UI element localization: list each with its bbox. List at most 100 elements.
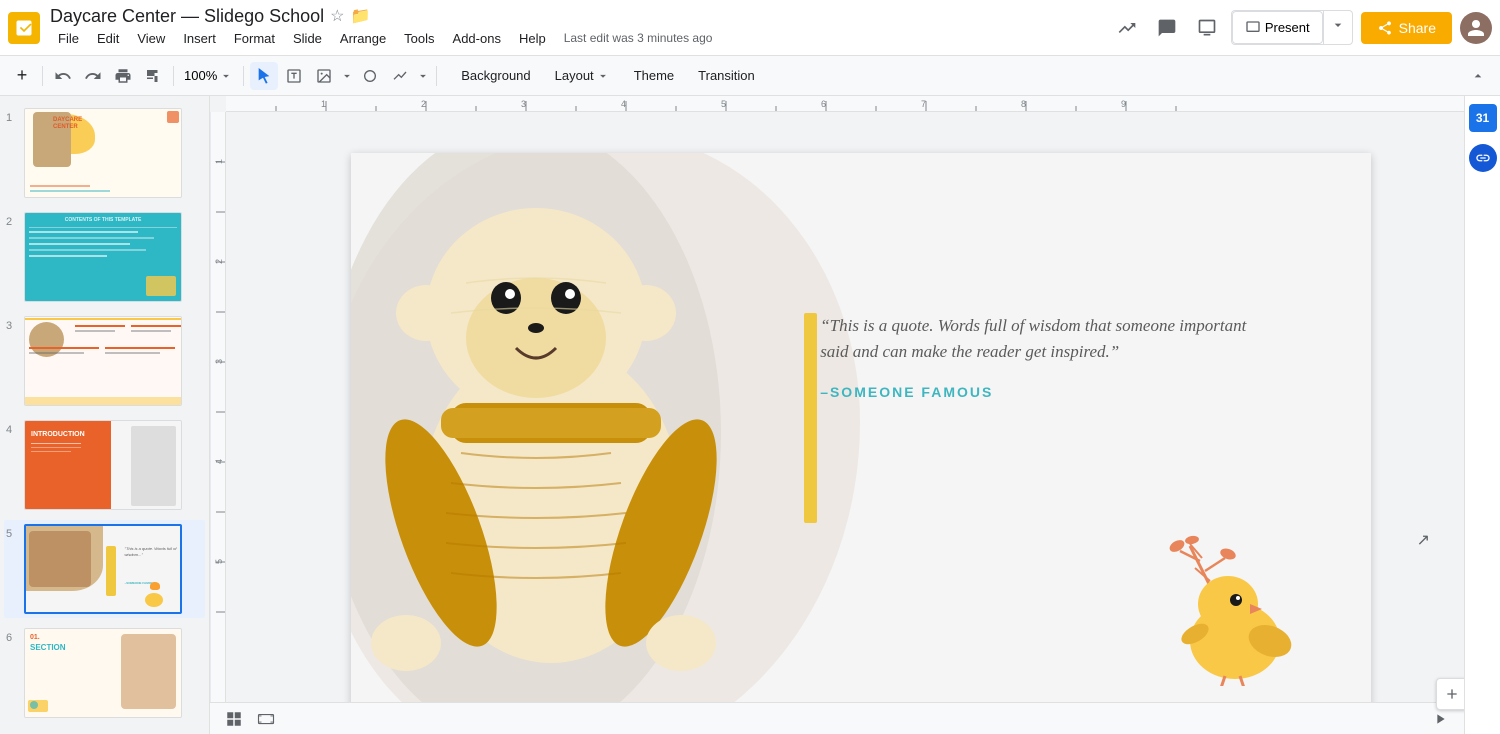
zoom-control[interactable]: 100% — [180, 66, 237, 85]
svg-text:4: 4 — [621, 99, 626, 109]
star-icon[interactable]: ☆ — [330, 6, 344, 26]
toolbar-separator-3 — [243, 66, 244, 86]
slide-preview-1: DAYCARECENTER — [24, 108, 182, 198]
ruler-top: 1 2 3 4 5 6 7 8 — [226, 96, 1464, 112]
line-dropdown[interactable] — [416, 69, 430, 83]
share-label: Share — [1399, 20, 1436, 36]
theme-button[interactable]: Theme — [624, 64, 684, 87]
menu-addons[interactable]: Add-ons — [445, 27, 509, 50]
slide-number-3: 3 — [6, 316, 20, 332]
collapse-right-panel[interactable] — [1428, 707, 1452, 731]
redo-button[interactable] — [79, 62, 107, 90]
slide-preview-2: CONTENTS OF THIS TEMPLATE — [24, 212, 182, 302]
slide-thumbnail-1[interactable]: 1 DAYCARECENTER — [4, 104, 205, 202]
toy-section — [351, 153, 841, 726]
toy-image — [351, 153, 841, 726]
right-sidebar: 31 — [1464, 96, 1500, 734]
menu-view[interactable]: View — [129, 27, 173, 50]
cursor-tool[interactable] — [250, 62, 278, 90]
add-button[interactable]: + — [8, 62, 36, 90]
svg-text:3: 3 — [521, 99, 526, 109]
svg-text:5: 5 — [214, 559, 224, 564]
print-button[interactable] — [109, 62, 137, 90]
slide-number-2: 2 — [6, 212, 20, 228]
right-actions: Present Share — [1111, 10, 1492, 45]
link-icon[interactable] — [1469, 144, 1497, 172]
image-tool[interactable] — [310, 62, 338, 90]
zoom-value: 100% — [184, 68, 217, 83]
title-section: Daycare Center — Slidego School ☆ 📁 File… — [50, 6, 712, 50]
toolbar-separator — [42, 66, 43, 86]
cursor-indicator: ↗ — [1417, 530, 1430, 550]
menu-format[interactable]: Format — [226, 27, 283, 50]
last-edit: Last edit was 3 minutes ago — [564, 31, 713, 45]
slides-icon[interactable] — [1191, 12, 1223, 44]
app-icon[interactable] — [8, 12, 40, 44]
toolbar-separator-4 — [436, 66, 437, 86]
chick-illustration — [1140, 516, 1300, 691]
svg-text:9: 9 — [1121, 99, 1126, 109]
canvas-area: 1 2 3 4 5 6 7 8 — [210, 96, 1464, 734]
user-avatar[interactable] — [1460, 12, 1492, 44]
add-slide-button[interactable] — [1436, 678, 1464, 710]
layout-label: Layout — [555, 68, 594, 83]
menu-bar: File Edit View Insert Format Slide Arran… — [50, 27, 712, 50]
svg-text:5: 5 — [721, 99, 726, 109]
slide-thumbnail-2[interactable]: 2 CONTENTS OF THIS TEMPLATE — [4, 208, 205, 306]
doc-title: Daycare Center — Slidego School — [50, 6, 324, 27]
slide-number-6: 6 — [6, 628, 20, 644]
line-tool[interactable] — [386, 62, 414, 90]
main-content: 1 DAYCARECENTER 2 CONTENTS OF THIS TEMPL… — [0, 96, 1500, 734]
chat-icon[interactable] — [1151, 12, 1183, 44]
present-dropdown-arrow[interactable] — [1323, 11, 1352, 44]
calendar-icon[interactable]: 31 — [1469, 104, 1497, 132]
svg-text:1: 1 — [214, 159, 224, 164]
menu-slide[interactable]: Slide — [285, 27, 330, 50]
menu-help[interactable]: Help — [511, 27, 554, 50]
menu-tools[interactable]: Tools — [396, 27, 442, 50]
text-box-tool[interactable] — [280, 62, 308, 90]
slide-thumbnail-3[interactable]: 3 — [4, 312, 205, 410]
top-bar: Daycare Center — Slidego School ☆ 📁 File… — [0, 0, 1500, 56]
share-button[interactable]: Share — [1361, 12, 1452, 44]
slide-number-4: 4 — [6, 420, 20, 436]
grid-view-button[interactable] — [222, 707, 246, 731]
toolbar-right: Background Layout Theme Transition — [451, 64, 765, 87]
slide-canvas[interactable]: “This is a quote. Words full of wisdom t… — [351, 153, 1371, 726]
svg-text:7: 7 — [921, 99, 926, 109]
menu-file[interactable]: File — [50, 27, 87, 50]
svg-text:6: 6 — [821, 99, 826, 109]
paint-format-button[interactable] — [139, 62, 167, 90]
slide-preview-3 — [24, 316, 182, 406]
collapse-toolbar-button[interactable] — [1464, 62, 1492, 90]
quote-accent-bar — [804, 313, 817, 523]
slide-thumbnail-5[interactable]: 5 "This is a quote. Words full of wisdom… — [4, 520, 205, 618]
slides-panel: 1 DAYCARECENTER 2 CONTENTS OF THIS TEMPL… — [0, 96, 210, 734]
svg-text:3: 3 — [214, 359, 224, 364]
trend-icon[interactable] — [1111, 12, 1143, 44]
layout-button[interactable]: Layout — [545, 64, 620, 87]
slide-thumbnail-6[interactable]: 6 01. SECTION — [4, 624, 205, 722]
quote-container: “This is a quote. Words full of wisdom t… — [820, 313, 1259, 400]
bottom-bar — [210, 702, 1464, 734]
transition-button[interactable]: Transition — [688, 64, 765, 87]
svg-text:8: 8 — [1021, 99, 1026, 109]
menu-insert[interactable]: Insert — [175, 27, 224, 50]
slide-thumbnail-4[interactable]: 4 INTRODUCTION — [4, 416, 205, 514]
quote-text: “This is a quote. Words full of wisdom t… — [820, 313, 1259, 366]
slide-preview-6: 01. SECTION — [24, 628, 182, 718]
slide-number-5: 5 — [6, 524, 20, 540]
svg-text:4: 4 — [214, 459, 224, 464]
toolbar: + 100% Background Layout — [0, 56, 1500, 96]
shape-tool[interactable] — [356, 62, 384, 90]
film-strip-button[interactable] — [254, 707, 278, 731]
undo-button[interactable] — [49, 62, 77, 90]
slide-stage: “This is a quote. Words full of wisdom t… — [242, 128, 1464, 734]
main-slide-content: “This is a quote. Words full of wisdom t… — [351, 153, 1371, 726]
folder-icon[interactable]: 📁 — [350, 6, 370, 26]
menu-arrange[interactable]: Arrange — [332, 27, 394, 50]
menu-edit[interactable]: Edit — [89, 27, 127, 50]
image-dropdown[interactable] — [340, 69, 354, 83]
background-button[interactable]: Background — [451, 64, 540, 87]
present-button[interactable]: Present — [1232, 11, 1323, 44]
